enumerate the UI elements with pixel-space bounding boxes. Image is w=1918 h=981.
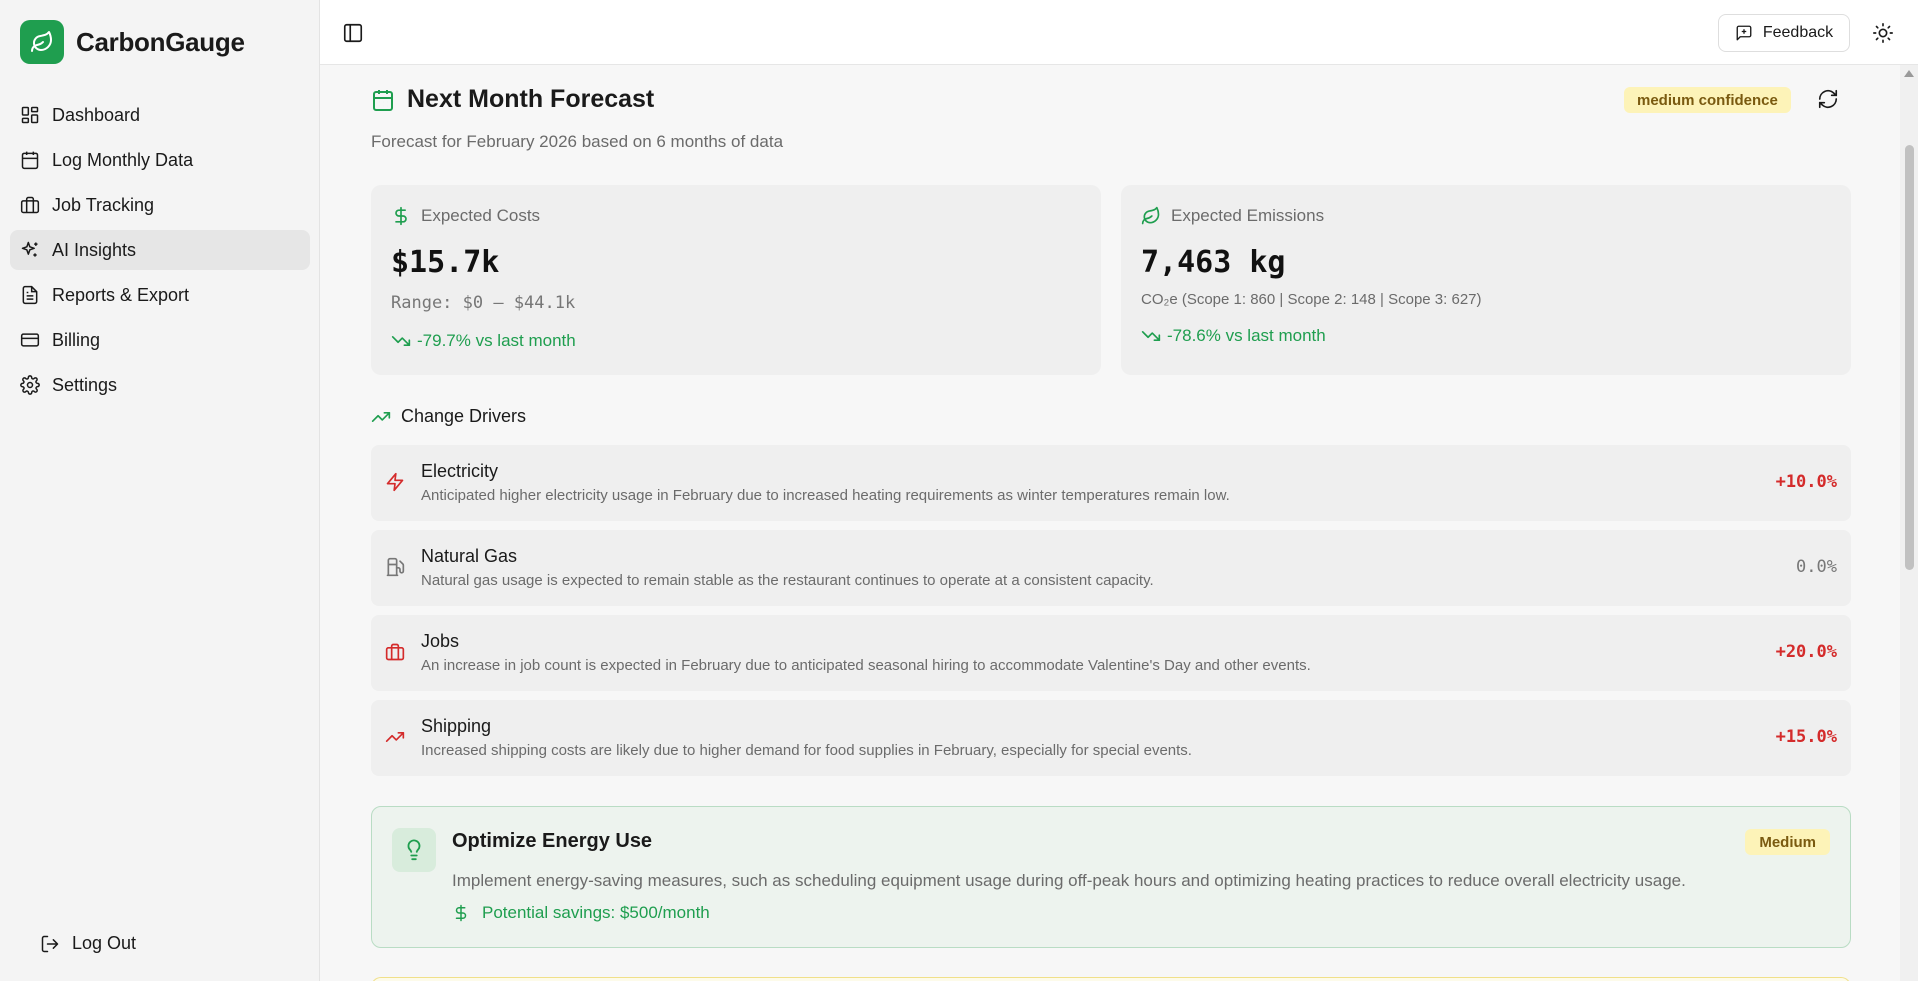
sidebar-item-label: Dashboard — [52, 104, 141, 125]
logout-icon — [41, 935, 59, 952]
dollar-icon — [395, 206, 407, 226]
leaf-logo-icon — [20, 20, 64, 64]
sidebar-item-settings[interactable]: Settings — [10, 365, 310, 405]
sidebar-item-dashboard[interactable]: Dashboard — [10, 95, 310, 135]
dollar-icon — [455, 904, 467, 922]
sidebar-item-label: Job Tracking — [52, 194, 155, 215]
stat-range: Range: $0 – $44.1k — [391, 293, 576, 313]
stat-label: Expected Emissions — [1171, 206, 1325, 225]
stat-value: $15.7k — [391, 245, 500, 280]
driver-shipping: Shipping Increased shipping costs are li… — [371, 700, 1851, 776]
brand[interactable]: CarbonGauge — [20, 20, 245, 64]
fuel-icon — [386, 557, 405, 577]
sidebar: CarbonGauge Dashboard Log Monthly Data J… — [0, 0, 320, 981]
sidebar-nav: Dashboard Log Monthly Data Job Tracking … — [10, 95, 310, 410]
confidence-badge: medium confidence — [1624, 87, 1791, 113]
recommendation-description: Implement energy-saving measures, such a… — [452, 871, 1686, 890]
main-content: Next Month Forecast medium confidence Fo… — [320, 65, 1880, 981]
priority-badge: Medium — [1745, 829, 1830, 855]
sidebar-item-label: Settings — [52, 374, 118, 395]
trend-label: -79.7% vs last month — [417, 331, 576, 350]
briefcase-icon — [20, 196, 40, 214]
expected-costs-card: Expected Costs $15.7k Range: $0 – $44.1k… — [371, 185, 1101, 375]
stat-header: Expected Costs — [391, 206, 540, 226]
recommendation-card: Optimize Energy Use Medium Implement ene… — [371, 806, 1851, 948]
section-title: Change Drivers — [401, 406, 527, 426]
sidebar-item-ai-insights[interactable]: AI Insights — [10, 230, 310, 270]
driver-name: Jobs — [421, 631, 460, 651]
sidebar-item-log-monthly-data[interactable]: Log Monthly Data — [10, 140, 310, 180]
driver-description: Natural gas usage is expected to remain … — [421, 572, 1154, 589]
trending-up-icon — [371, 411, 391, 422]
forecast-subtitle: Forecast for February 2026 based on 6 mo… — [371, 132, 784, 151]
driver-name: Electricity — [421, 461, 499, 481]
sidebar-item-label: Log Monthly Data — [52, 149, 194, 170]
lightbulb-icon — [392, 828, 436, 872]
logout-button[interactable]: Log Out — [40, 933, 136, 954]
sparkles-icon — [21, 241, 38, 257]
briefcase-icon — [385, 643, 405, 661]
gear-icon — [20, 375, 40, 395]
leaf-icon — [1141, 206, 1160, 225]
next-recommendation-card — [371, 977, 1851, 981]
driver-jobs: Jobs An increase in job count is expecte… — [371, 615, 1851, 691]
panel-left-icon — [343, 23, 363, 43]
feedback-label: Feedback — [1762, 24, 1834, 41]
refresh-icon — [1818, 89, 1838, 109]
trending-down-icon — [1141, 331, 1161, 341]
brand-name: CarbonGauge — [76, 26, 245, 57]
sidebar-item-reports-export[interactable]: Reports & Export — [10, 275, 310, 315]
page-title: Next Month Forecast — [407, 85, 655, 113]
scroll-up-arrow[interactable] — [1904, 70, 1914, 77]
stat-trend: -78.6% vs last month — [1141, 326, 1326, 346]
stat-trend: -79.7% vs last month — [391, 331, 576, 351]
driver-change: 0.0% — [1796, 557, 1837, 577]
zap-icon — [386, 472, 404, 492]
calendar-icon — [21, 151, 39, 170]
savings-label: Potential savings: $500/month — [482, 903, 710, 922]
trending-down-icon — [391, 336, 411, 346]
driver-description: An increase in job count is expected in … — [421, 657, 1311, 674]
topbar: Feedback — [320, 0, 1918, 65]
stat-header: Expected Emissions — [1141, 206, 1324, 226]
driver-natural-gas: Natural Gas Natural gas usage is expecte… — [371, 530, 1851, 606]
expected-emissions-card: Expected Emissions 7,463 kg CO₂e (Scope … — [1121, 185, 1851, 375]
dashboard-icon — [21, 106, 39, 124]
stat-value: 7,463 kg — [1141, 245, 1286, 280]
driver-name: Shipping — [421, 716, 492, 736]
driver-change: +20.0% — [1775, 642, 1837, 662]
change-drivers-header: Change Drivers — [371, 406, 526, 427]
feedback-button[interactable]: Feedback — [1718, 14, 1850, 52]
file-text-icon — [22, 285, 38, 305]
trend-label: -78.6% vs last month — [1167, 326, 1326, 345]
calendar-icon — [373, 89, 393, 111]
stat-detail: CO₂e (Scope 1: 860 | Scope 2: 148 | Scop… — [1141, 291, 1482, 308]
sun-icon — [1873, 23, 1893, 43]
driver-change: +10.0% — [1775, 472, 1837, 492]
sidebar-item-label: Billing — [52, 329, 101, 350]
sidebar-item-label: Reports & Export — [52, 284, 190, 305]
trending-up-icon — [385, 732, 405, 742]
sidebar-toggle-button[interactable] — [342, 22, 364, 44]
refresh-button[interactable] — [1817, 88, 1839, 110]
sidebar-item-label: AI Insights — [52, 239, 137, 260]
credit-card-icon — [20, 333, 40, 347]
savings-line: Potential savings: $500/month — [452, 903, 710, 923]
stat-label: Expected Costs — [421, 206, 541, 225]
theme-toggle-button[interactable] — [1872, 22, 1894, 44]
driver-electricity: Electricity Anticipated higher electrici… — [371, 445, 1851, 521]
sidebar-item-job-tracking[interactable]: Job Tracking — [10, 185, 310, 225]
sidebar-item-billing[interactable]: Billing — [10, 320, 310, 360]
logout-label: Log Out — [72, 933, 137, 953]
recommendation-title: Optimize Energy Use — [452, 830, 653, 852]
scrollbar[interactable] — [1900, 65, 1918, 981]
scroll-thumb[interactable] — [1905, 145, 1914, 570]
message-square-plus-icon — [1736, 25, 1752, 41]
driver-description: Increased shipping costs are likely due … — [421, 742, 1192, 759]
forecast-header: Next Month Forecast — [371, 85, 654, 114]
driver-description: Anticipated higher electricity usage in … — [421, 487, 1230, 504]
driver-change: +15.0% — [1775, 727, 1837, 747]
driver-name: Natural Gas — [421, 546, 518, 566]
